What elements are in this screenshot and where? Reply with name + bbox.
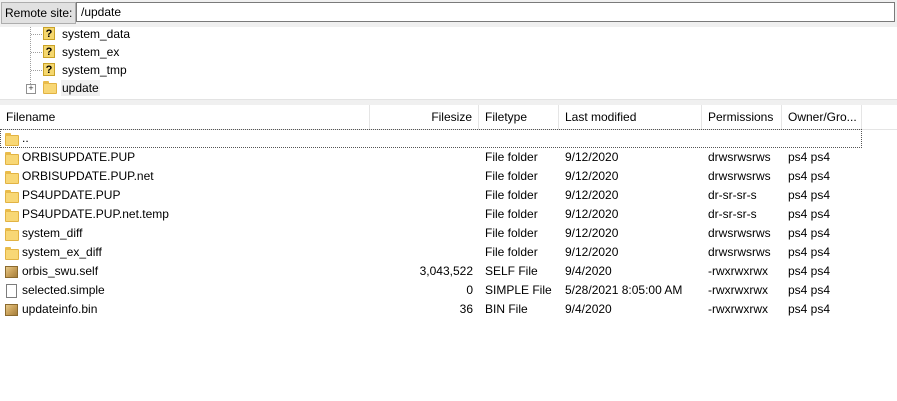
- file-type: SIMPLE File: [485, 283, 552, 297]
- tree-connector: [31, 52, 42, 53]
- tree-item-label: system_tmp: [62, 63, 127, 77]
- file-name: selected.simple: [22, 283, 105, 297]
- file-type: File folder: [485, 169, 538, 183]
- file-type: File folder: [485, 150, 538, 164]
- document-icon: [5, 284, 19, 298]
- file-modified: 9/12/2020: [565, 169, 619, 183]
- list-row[interactable]: PS4UPDATE.PUP File folder 9/12/2020 dr-s…: [0, 186, 897, 205]
- folder-icon: [43, 81, 57, 94]
- file-type: BIN File: [485, 302, 528, 316]
- file-modified: 9/12/2020: [565, 188, 619, 202]
- list-row[interactable]: PS4UPDATE.PUP.net.temp File folder 9/12/…: [0, 205, 897, 224]
- file-modified: 9/4/2020: [565, 264, 612, 278]
- file-owner: ps4 ps4: [788, 150, 831, 164]
- folder-icon: [5, 189, 19, 203]
- file-permissions: -rwxrwxrwx: [708, 302, 768, 316]
- file-name: ORBISUPDATE.PUP.net: [22, 169, 154, 183]
- file-modified: 9/12/2020: [565, 207, 619, 221]
- file-name: system_diff: [22, 226, 83, 240]
- question-folder-icon: ?: [43, 45, 55, 58]
- file-name: system_ex_diff: [22, 245, 102, 259]
- file-permissions: drwsrwsrws: [708, 150, 771, 164]
- file-modified: 9/12/2020: [565, 226, 619, 240]
- file-name: PS4UPDATE.PUP: [22, 188, 121, 202]
- folder-icon: [5, 246, 19, 260]
- file-name: updateinfo.bin: [22, 302, 98, 316]
- column-header-filesize[interactable]: Filesize: [370, 105, 479, 129]
- remote-directory-tree[interactable]: ? system_data ? system_ex ? system_tmp +…: [0, 27, 897, 99]
- remote-site-bar: Remote site:: [0, 0, 897, 27]
- file-list-header: Filename Filesize Filetype Last modified…: [0, 105, 897, 130]
- file-modified: 9/4/2020: [565, 302, 612, 316]
- expand-icon[interactable]: +: [26, 84, 36, 94]
- file-modified: 9/12/2020: [565, 245, 619, 259]
- tree-item-system-data[interactable]: ? system_data: [0, 27, 897, 43]
- file-name: PS4UPDATE.PUP.net.temp: [22, 207, 169, 221]
- file-permissions: dr-sr-sr-s: [708, 188, 757, 202]
- package-icon: [5, 265, 19, 279]
- tree-connector: [31, 34, 42, 35]
- file-type: File folder: [485, 245, 538, 259]
- file-modified: 9/12/2020: [565, 150, 619, 164]
- list-row[interactable]: ORBISUPDATE.PUP File folder 9/12/2020 dr…: [0, 148, 897, 167]
- file-owner: ps4 ps4: [788, 264, 831, 278]
- column-header-filename[interactable]: Filename: [0, 105, 370, 129]
- file-permissions: drwsrwsrws: [708, 245, 771, 259]
- remote-site-label: Remote site:: [1, 2, 77, 24]
- question-folder-icon: ?: [43, 63, 55, 76]
- list-row[interactable]: system_ex_diff File folder 9/12/2020 drw…: [0, 243, 897, 262]
- file-type: SELF File: [485, 264, 538, 278]
- column-header-filetype[interactable]: Filetype: [479, 105, 559, 129]
- package-icon: [5, 303, 19, 317]
- tree-item-label: update: [61, 80, 100, 96]
- tree-item-label: system_data: [62, 27, 131, 41]
- folder-icon: [5, 170, 19, 184]
- file-permissions: drwsrwsrws: [708, 226, 771, 240]
- column-header-permissions[interactable]: Permissions: [702, 105, 782, 129]
- tree-connector: [31, 70, 42, 71]
- column-header-owner-group[interactable]: Owner/Gro...: [782, 105, 862, 129]
- column-header-last-modified[interactable]: Last modified: [559, 105, 702, 129]
- folder-icon: [5, 151, 19, 165]
- file-owner: ps4 ps4: [788, 302, 831, 316]
- list-row[interactable]: selected.simple 0 SIMPLE File 5/28/2021 …: [0, 281, 897, 300]
- list-row[interactable]: system_diff File folder 9/12/2020 drwsrw…: [0, 224, 897, 243]
- file-permissions: -rwxrwxrwx: [708, 283, 768, 297]
- folder-icon: [5, 227, 19, 241]
- file-permissions: drwsrwsrws: [708, 169, 771, 183]
- tree-item-system-ex[interactable]: ? system_ex: [0, 43, 897, 61]
- file-modified: 5/28/2021 8:05:00 AM: [565, 283, 683, 297]
- file-name: orbis_swu.self: [22, 264, 99, 278]
- file-name: ..: [22, 131, 29, 145]
- file-type: File folder: [485, 188, 538, 202]
- list-row-parent-directory[interactable]: ..: [0, 129, 862, 148]
- file-size: 36: [459, 302, 473, 316]
- file-owner: ps4 ps4: [788, 245, 831, 259]
- tree-item-update[interactable]: + update: [0, 79, 897, 97]
- tree-item-system-tmp[interactable]: ? system_tmp: [0, 61, 897, 79]
- list-row[interactable]: ORBISUPDATE.PUP.net File folder 9/12/202…: [0, 167, 897, 186]
- tree-item-label: system_ex: [62, 45, 120, 59]
- file-owner: ps4 ps4: [788, 283, 831, 297]
- file-size: 3,043,522: [419, 264, 473, 278]
- file-type: File folder: [485, 207, 538, 221]
- question-folder-icon: ?: [43, 27, 55, 40]
- list-row[interactable]: updateinfo.bin 36 BIN File 9/4/2020 -rwx…: [0, 300, 897, 319]
- file-permissions: -rwxrwxrwx: [708, 264, 768, 278]
- folder-icon: [5, 132, 19, 146]
- remote-path-input[interactable]: [76, 2, 895, 22]
- list-row[interactable]: orbis_swu.self 3,043,522 SELF File 9/4/2…: [0, 262, 897, 281]
- file-owner: ps4 ps4: [788, 207, 831, 221]
- file-type: File folder: [485, 226, 538, 240]
- file-owner: ps4 ps4: [788, 188, 831, 202]
- file-size: 0: [466, 283, 473, 297]
- file-name: ORBISUPDATE.PUP: [22, 150, 136, 164]
- file-owner: ps4 ps4: [788, 169, 831, 183]
- file-permissions: dr-sr-sr-s: [708, 207, 757, 221]
- folder-icon: [5, 208, 19, 222]
- file-owner: ps4 ps4: [788, 226, 831, 240]
